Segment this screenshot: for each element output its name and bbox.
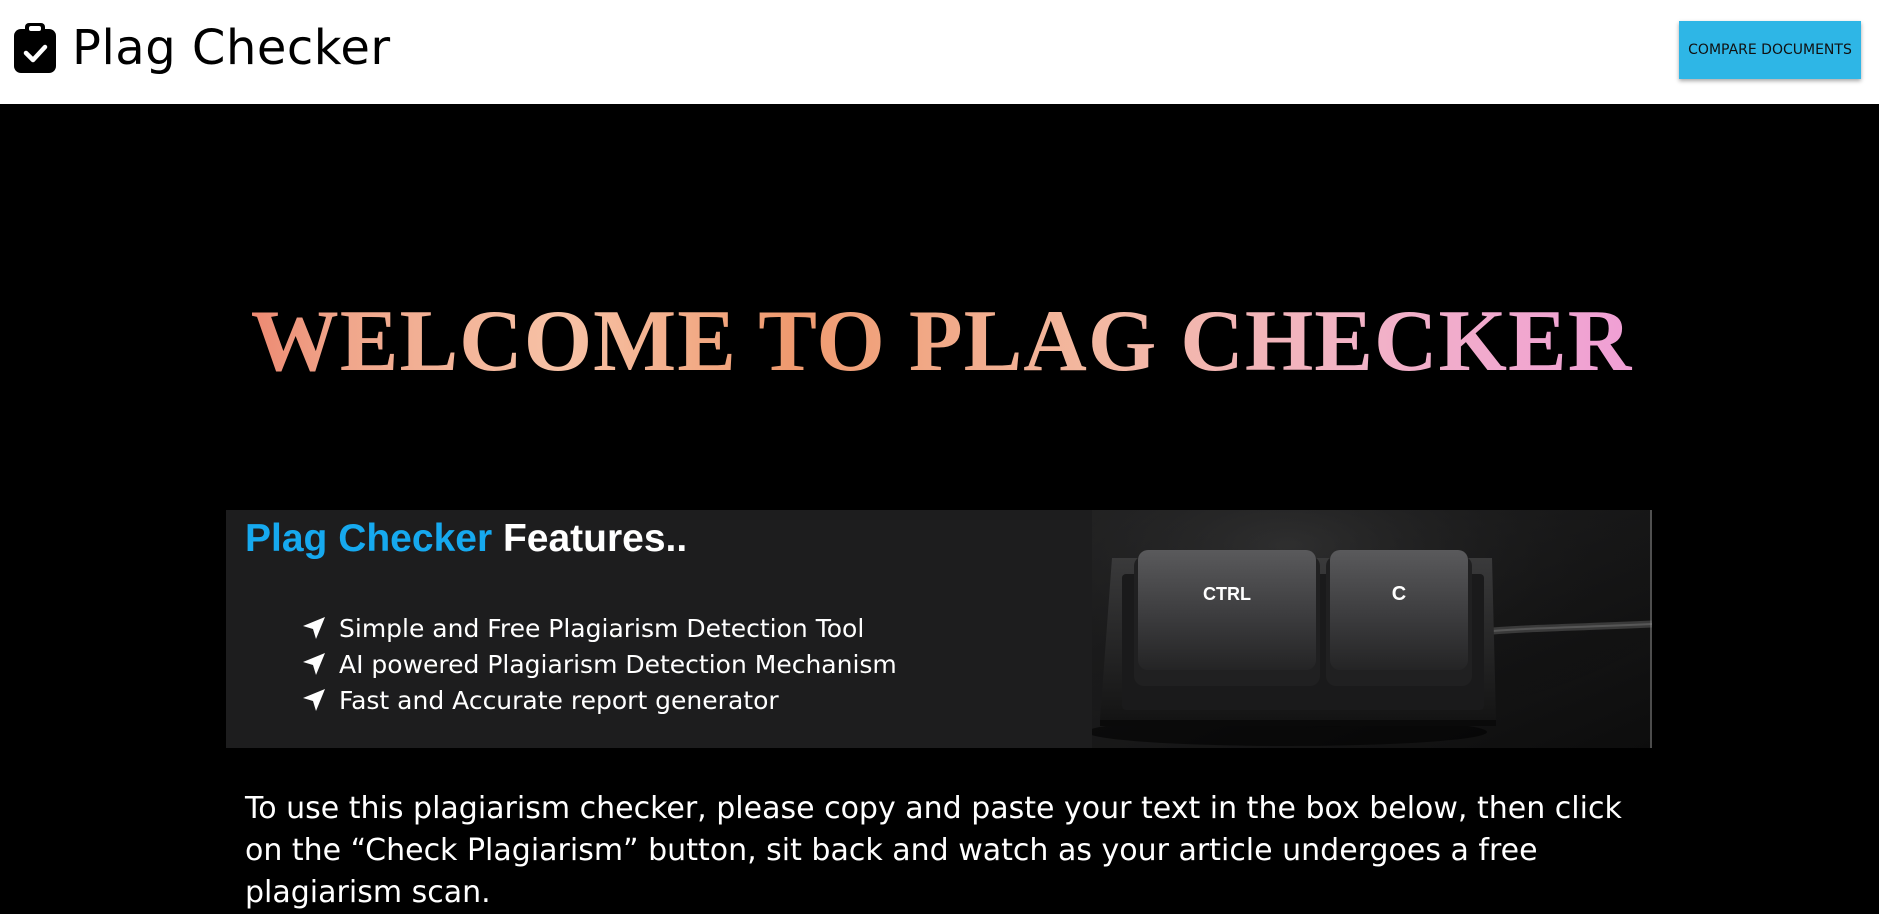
instructions-text: To use this plagiarism checker, please c… bbox=[245, 791, 1622, 910]
feature-item: Simple and Free Plagiarism Detection Too… bbox=[301, 610, 897, 646]
navigation-arrow-icon bbox=[303, 689, 325, 711]
brand[interactable]: Plag Checker bbox=[12, 20, 391, 76]
clipboard-check-icon bbox=[14, 23, 56, 73]
features-title: Plag Checker Features.. bbox=[245, 514, 687, 564]
welcome-heading: WELCOME TO PLAG CHECKER bbox=[0, 292, 1879, 392]
navigation-arrow-icon bbox=[303, 617, 325, 639]
feature-label: AI powered Plagiarism Detection Mechanis… bbox=[339, 649, 897, 679]
ctrl-c-keyboard-image: CTRL C bbox=[1092, 510, 1652, 748]
compare-documents-button[interactable]: COMPARE DOCUMENTS bbox=[1679, 21, 1861, 79]
feature-item: AI powered Plagiarism Detection Mechanis… bbox=[301, 646, 897, 682]
key-ctrl-label: CTRL bbox=[1203, 584, 1251, 604]
feature-label: Fast and Accurate report generator bbox=[339, 685, 779, 715]
features-title-brand: Plag Checker bbox=[245, 517, 493, 560]
features-title-rest: Features.. bbox=[502, 517, 688, 560]
key-c-label: C bbox=[1392, 583, 1406, 605]
app-title: Plag Checker bbox=[72, 20, 391, 76]
feature-list: Simple and Free Plagiarism Detection Too… bbox=[301, 610, 897, 718]
top-header: Plag Checker COMPARE DOCUMENTS bbox=[0, 0, 1879, 104]
feature-label: Simple and Free Plagiarism Detection Too… bbox=[339, 613, 865, 643]
features-banner: Plag Checker Features.. Simple and Free … bbox=[226, 510, 1652, 748]
feature-item: Fast and Accurate report generator bbox=[301, 682, 897, 718]
navigation-arrow-icon bbox=[303, 653, 325, 675]
